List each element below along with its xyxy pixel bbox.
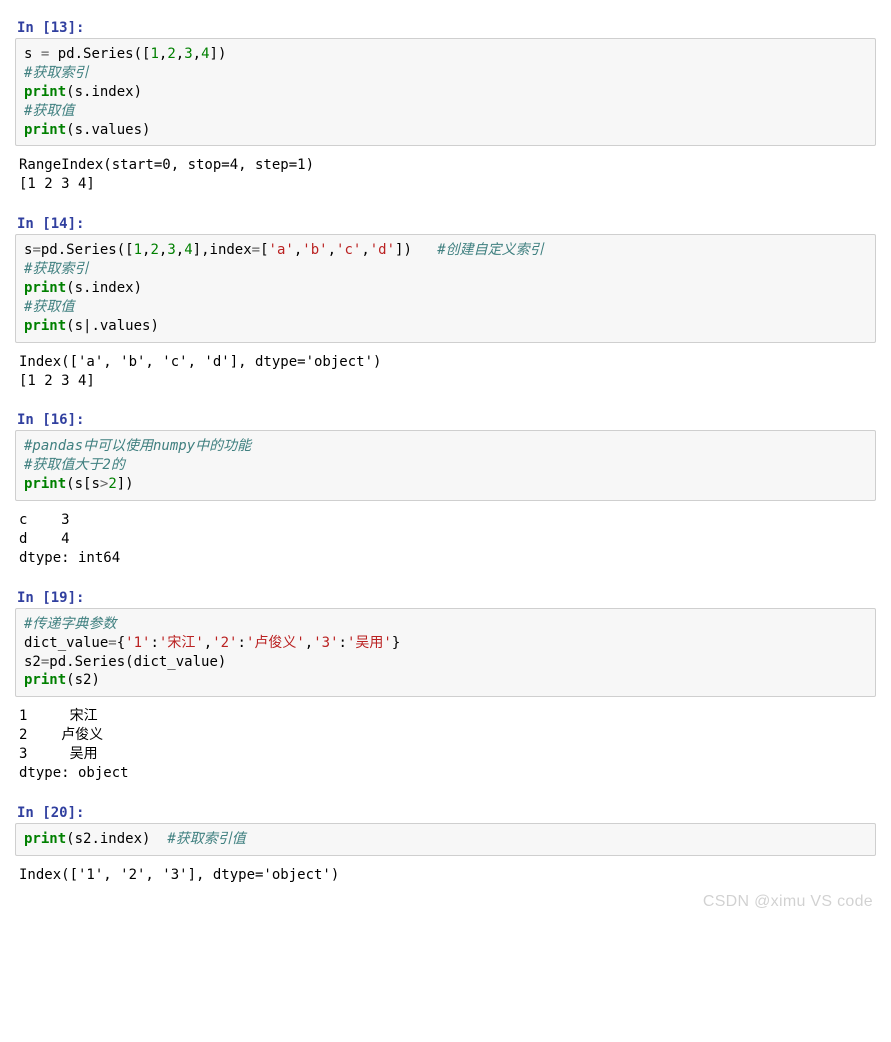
code-token: #传递字典参数: [24, 616, 116, 632]
code-token: ],index: [193, 242, 252, 258]
code-token: 4: [184, 242, 192, 258]
code-token: :: [150, 635, 158, 651]
code-token: '2': [212, 635, 237, 651]
code-token: ]): [395, 242, 437, 258]
code-token: (s.values): [66, 122, 150, 138]
notebook-cell: In [20]:print(s2.index) #获取索引值Index(['1'…: [15, 805, 876, 887]
notebook-container: In [13]:s = pd.Series([1,2,3,4]) #获取索引 p…: [0, 20, 891, 917]
code-token: pd.Series(dict_value): [49, 654, 226, 670]
cell-output: 1 宋江 2 卢俊义 3 吴用 dtype: object: [15, 697, 876, 785]
code-token: (s2.index): [66, 831, 167, 847]
code-token: #pandas中可以使用numpy中的功能: [24, 438, 251, 454]
code-input[interactable]: print(s2.index) #获取索引值: [15, 823, 876, 856]
code-token: print: [24, 476, 66, 492]
code-token: #获取索引: [24, 65, 88, 81]
code-token: #创建自定义索引: [437, 242, 543, 258]
code-token: ,: [176, 46, 184, 62]
code-token: [: [260, 242, 268, 258]
code-token: 3: [184, 46, 192, 62]
code-token: (s[s: [66, 476, 100, 492]
cell-output: Index(['a', 'b', 'c', 'd'], dtype='objec…: [15, 343, 876, 393]
code-token: =: [108, 635, 116, 651]
code-token: #获取值: [24, 299, 74, 315]
code-token: 1: [150, 46, 158, 62]
code-token: 3: [167, 242, 175, 258]
code-token: :: [339, 635, 347, 651]
code-token: print: [24, 318, 66, 334]
code-token: print: [24, 122, 66, 138]
code-token: ,: [193, 46, 201, 62]
notebook-cell: In [19]:#传递字典参数 dict_value={'1':'宋江','2'…: [15, 590, 876, 785]
code-token: 2: [108, 476, 116, 492]
code-token: dict_value: [24, 635, 108, 651]
input-prompt: In [20]:: [17, 805, 876, 821]
code-token: #获取值大于2的: [24, 457, 125, 473]
code-token: #获取索引值: [167, 831, 245, 847]
code-token: 'd': [370, 242, 395, 258]
code-token: #获取值: [24, 103, 74, 119]
code-input[interactable]: s = pd.Series([1,2,3,4]) #获取索引 print(s.i…: [15, 38, 876, 146]
code-token: '宋江': [159, 635, 204, 651]
code-token: =: [32, 242, 40, 258]
input-prompt: In [14]:: [17, 216, 876, 232]
code-token: ]): [210, 46, 227, 62]
code-token: print: [24, 672, 66, 688]
cell-output: c 3 d 4 dtype: int64: [15, 501, 876, 570]
code-token: 2: [167, 46, 175, 62]
code-token: (s.index): [66, 84, 142, 100]
code-token: {: [117, 635, 125, 651]
code-token: pd.Series([: [41, 242, 134, 258]
code-input[interactable]: #传递字典参数 dict_value={'1':'宋江','2':'卢俊义','…: [15, 608, 876, 698]
code-token: :: [238, 635, 246, 651]
code-token: '卢俊义': [246, 635, 305, 651]
code-token: ,: [204, 635, 212, 651]
code-token: '3': [313, 635, 338, 651]
code-token: (s.index): [66, 280, 142, 296]
code-token: ,: [361, 242, 369, 258]
code-token: ,: [305, 635, 313, 651]
code-token: ]): [117, 476, 134, 492]
code-token: }: [392, 635, 400, 651]
code-token: '吴用': [347, 635, 392, 651]
cell-output: Index(['1', '2', '3'], dtype='object'): [15, 856, 876, 887]
code-token: 'a': [269, 242, 294, 258]
code-token: print: [24, 84, 66, 100]
code-token: (s|.values): [66, 318, 159, 334]
code-token: =: [252, 242, 260, 258]
code-token: '1': [125, 635, 150, 651]
notebook-cell: In [16]: #pandas中可以使用numpy中的功能 #获取值大于2的 p…: [15, 412, 876, 569]
code-token: print: [24, 831, 66, 847]
notebook-cell: In [14]:s=pd.Series([1,2,3,4],index=['a'…: [15, 216, 876, 392]
code-input[interactable]: #pandas中可以使用numpy中的功能 #获取值大于2的 print(s[s…: [15, 430, 876, 501]
notebook-cell: In [13]: s = pd.Series([1,2,3,4]) #获取索引 p…: [15, 20, 876, 196]
cell-output: RangeIndex(start=0, stop=4, step=1) [1 2…: [15, 146, 876, 196]
code-token: 1: [134, 242, 142, 258]
code-token: (s2): [66, 672, 100, 688]
input-prompt: In [16]:: [17, 412, 876, 428]
code-token: s2: [24, 654, 41, 670]
code-token: 'b': [302, 242, 327, 258]
code-token: 'c': [336, 242, 361, 258]
code-token: ,: [176, 242, 184, 258]
input-prompt: In [13]:: [17, 20, 876, 36]
code-token: pd.Series([: [49, 46, 150, 62]
code-token: #获取索引: [24, 261, 88, 277]
code-token: 2: [150, 242, 158, 258]
code-token: 4: [201, 46, 209, 62]
code-token: ,: [328, 242, 336, 258]
code-input[interactable]: s=pd.Series([1,2,3,4],index=['a','b','c'…: [15, 234, 876, 342]
code-token: s: [24, 46, 41, 62]
code-token: print: [24, 280, 66, 296]
input-prompt: In [19]:: [17, 590, 876, 606]
